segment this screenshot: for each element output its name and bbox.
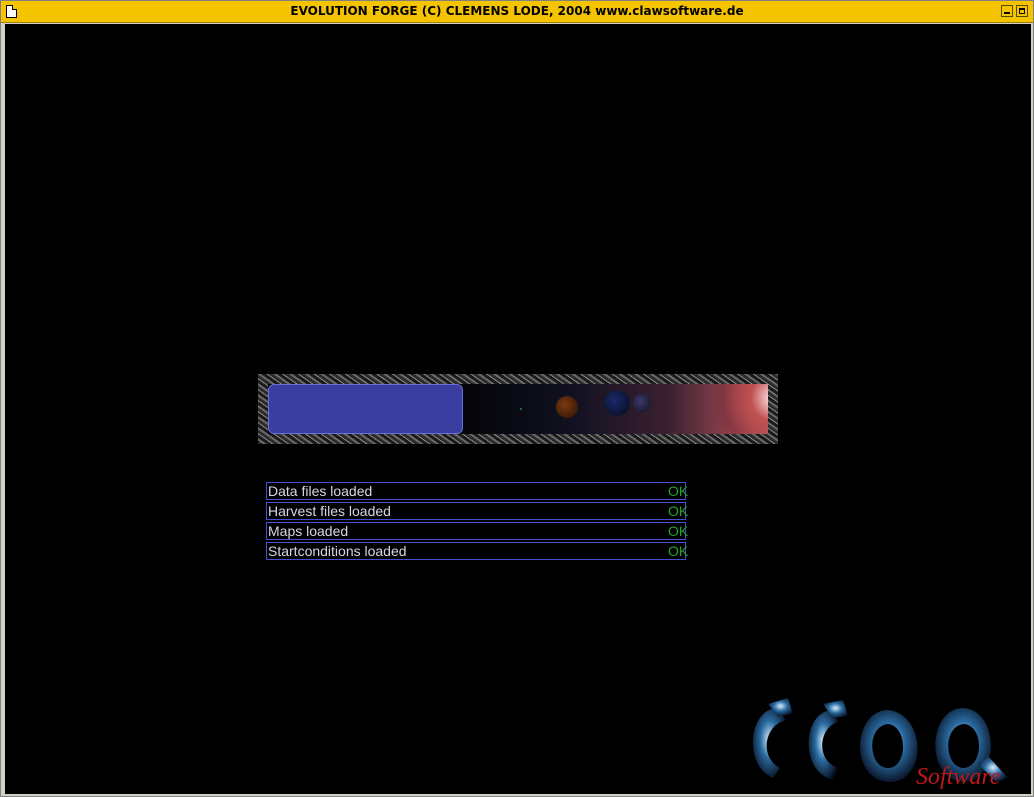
status-label: Startconditions loaded bbox=[268, 543, 407, 559]
minimize-button[interactable] bbox=[1001, 5, 1013, 17]
planet-blue bbox=[604, 390, 630, 416]
planet-orange bbox=[556, 396, 578, 418]
status-ok: OK bbox=[668, 543, 689, 559]
status-ok: OK bbox=[668, 483, 689, 499]
status-ok: OK bbox=[668, 523, 689, 539]
status-row-harvest-files: Harvest files loaded OK bbox=[266, 502, 689, 520]
status-row-startconditions: Startconditions loaded OK bbox=[266, 542, 689, 560]
sun-glow bbox=[708, 384, 768, 434]
splash-screen: Data files loaded OK Harvest files loade… bbox=[5, 24, 1031, 794]
logo-text: Software bbox=[916, 764, 1001, 790]
title-bar[interactable]: EVOLUTION FORGE (C) CLEMENS LODE, 2004 w… bbox=[1, 1, 1033, 23]
status-row-data-files: Data files loaded OK bbox=[266, 482, 689, 500]
window-title: EVOLUTION FORGE (C) CLEMENS LODE, 2004 w… bbox=[290, 4, 744, 18]
status-ok: OK bbox=[668, 503, 689, 519]
star-dot bbox=[520, 408, 522, 410]
status-label: Maps loaded bbox=[268, 523, 349, 539]
claw-software-logo: Software bbox=[752, 698, 1008, 790]
progress-bar-fill bbox=[268, 384, 463, 434]
progress-bar-track bbox=[268, 384, 768, 434]
planet-violet bbox=[633, 394, 651, 412]
status-label: Data files loaded bbox=[268, 483, 373, 499]
app-window: EVOLUTION FORGE (C) CLEMENS LODE, 2004 w… bbox=[0, 0, 1034, 797]
status-label: Harvest files loaded bbox=[268, 503, 391, 519]
loading-status-list: Data files loaded OK Harvest files loade… bbox=[266, 482, 689, 562]
maximize-button[interactable] bbox=[1016, 5, 1028, 17]
progress-bar-frame bbox=[258, 374, 778, 444]
status-row-maps: Maps loaded OK bbox=[266, 522, 689, 540]
